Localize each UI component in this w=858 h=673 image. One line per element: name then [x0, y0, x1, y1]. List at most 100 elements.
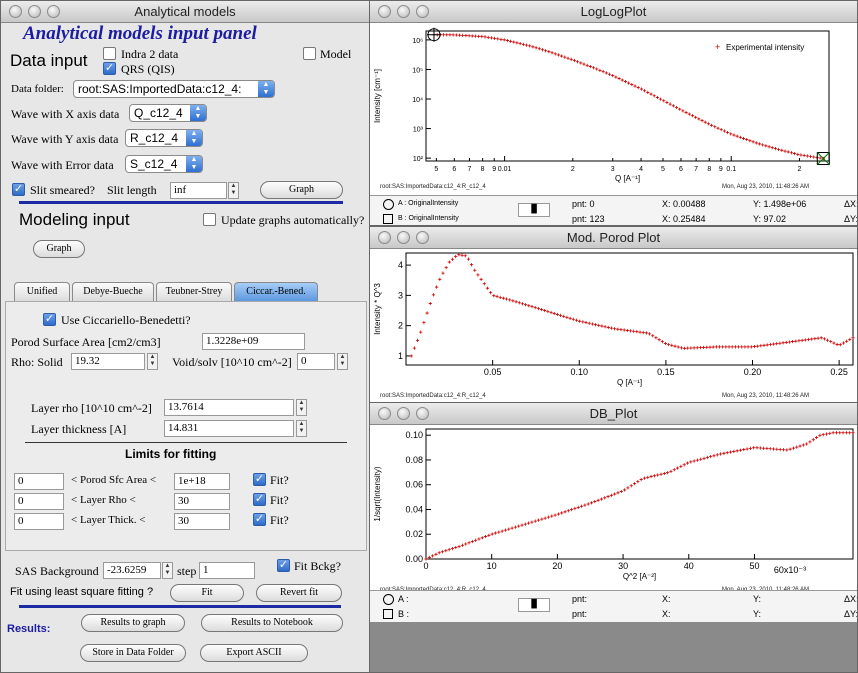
minimize-icon[interactable] [397, 231, 410, 244]
limit-low-input[interactable]: 0 [14, 493, 64, 510]
data-point [748, 139, 752, 143]
sas-bg-stepper[interactable]: ▲ ▼ [162, 562, 173, 579]
void-input[interactable]: 0 [297, 353, 335, 370]
close-icon[interactable] [9, 5, 22, 18]
data-point [497, 530, 501, 534]
data-point [553, 52, 557, 56]
cursor-slider[interactable]: ▐▌ [518, 203, 550, 217]
title-bar[interactable]: Analytical models [1, 1, 369, 23]
slit-smeared-checkbox[interactable]: ✓ [12, 183, 25, 196]
data-point [831, 431, 835, 435]
revert-fit-button[interactable]: Revert fit [256, 584, 342, 602]
data-point [682, 463, 686, 467]
data-point [717, 345, 722, 349]
title-bar[interactable]: DB_Plot [370, 403, 857, 425]
rho-solid-input[interactable]: 19.32 [71, 353, 145, 370]
limit-high-input[interactable]: 1e+18 [174, 473, 230, 490]
fit-checkbox[interactable]: ✓ [253, 473, 266, 486]
sas-bg-input[interactable]: -23.6259 [103, 562, 161, 579]
export-ascii-button[interactable]: Export ASCII [200, 644, 308, 662]
b-y: Y: [753, 609, 762, 619]
limit-high-input[interactable]: 30 [174, 493, 230, 510]
close-icon[interactable] [378, 231, 391, 244]
data-point [622, 328, 626, 332]
indra-checkbox[interactable] [103, 47, 116, 60]
data-point [636, 85, 640, 90]
divider [19, 201, 343, 204]
loglog-chart[interactable]: 5 6 7 8 9 0.01 2 3 4 5 6 7 8 9 0.1 210⁶10⁵10⁴10³10²Q [A… [370, 23, 858, 191]
data-point [490, 532, 494, 536]
data-point [682, 346, 687, 350]
cursor-slider[interactable]: ▐▌ [518, 598, 550, 612]
data-point [708, 345, 712, 349]
use-cb-checkbox[interactable]: ✓ [43, 313, 56, 326]
x-tick-label: 40 [684, 561, 694, 571]
title-bar[interactable]: LogLogPlot [370, 1, 857, 23]
data-point [780, 148, 784, 152]
fit-checkbox[interactable]: ✓ [253, 513, 266, 526]
layer-thick-input[interactable]: 14.831 [164, 420, 294, 437]
data-point [498, 295, 502, 299]
minimize-icon[interactable] [28, 5, 41, 18]
porod-input[interactable]: 1.3228e+09 [202, 333, 305, 350]
minimize-icon[interactable] [397, 5, 410, 18]
close-icon[interactable] [378, 407, 391, 420]
limit-low-input[interactable]: 0 [14, 513, 64, 530]
void-stepper[interactable]: ▲ ▼ [337, 353, 348, 370]
cursor-a-icon[interactable] [383, 594, 394, 605]
limit-high-input[interactable]: 30 [174, 513, 230, 530]
zoom-icon[interactable] [47, 5, 60, 18]
close-icon[interactable] [378, 5, 391, 18]
data-point [773, 147, 778, 151]
cursor-b-icon[interactable] [383, 214, 393, 224]
cursor-b-icon[interactable] [383, 609, 393, 619]
data-point [777, 147, 781, 152]
fit-button[interactable]: Fit [170, 584, 244, 602]
limit-low-input[interactable]: 0 [14, 473, 64, 490]
db-chart[interactable]: 0 10 20 30 40 50 0.00 0.02 0.04 0.06 0.08 0.10 Q^2 [… [370, 425, 858, 585]
tab-ciccar-bened[interactable]: Ciccar.-Bened. [234, 282, 318, 301]
tab-debye-bueche[interactable]: Debye-Bueche [72, 282, 154, 301]
plot-frame [405, 252, 854, 366]
porod-chart[interactable]: 0.05 0.10 0.15 0.20 0.25 1 2 3 4 Q [A⁻¹] Intensity… [370, 249, 858, 395]
data-point [537, 47, 541, 51]
fit-checkbox[interactable]: ✓ [253, 493, 266, 506]
layer-rho-input[interactable]: 13.7614 [164, 399, 294, 416]
data-point [431, 293, 436, 297]
wave-e-select[interactable]: S_c12_4 ▲ ▼ [125, 155, 203, 173]
status-right: Mon, Aug 23, 2010, 11:48:26 AM [722, 184, 809, 190]
layer-thick-stepper[interactable]: ▲ ▼ [296, 420, 307, 437]
cursor-a-icon[interactable] [383, 199, 394, 210]
wave-y-select[interactable]: R_c12_4 ▲ ▼ [125, 129, 203, 147]
data-point [513, 525, 517, 529]
results-to-notebook-button[interactable]: Results to Notebook [201, 614, 343, 632]
zoom-icon[interactable] [416, 231, 429, 244]
fit-bckg-checkbox[interactable]: ✓ [277, 559, 290, 572]
slit-length-input[interactable]: inf [170, 182, 227, 199]
rho-solid-stepper[interactable]: ▲ ▼ [147, 353, 158, 370]
zoom-icon[interactable] [416, 407, 429, 420]
data-point [679, 464, 683, 468]
title-bar[interactable]: Mod. Porod Plot [370, 227, 857, 249]
wave-x-select[interactable]: Q_c12_4 ▲ ▼ [129, 104, 207, 122]
store-in-folder-button[interactable]: Store in Data Folder [80, 644, 186, 662]
tab-unified[interactable]: Unified [14, 282, 70, 301]
minimize-icon[interactable] [397, 407, 410, 420]
zoom-icon[interactable] [416, 5, 429, 18]
model-checkbox[interactable] [303, 47, 316, 60]
layer-rho-stepper[interactable]: ▲ ▼ [296, 399, 307, 416]
step-input[interactable]: 1 [199, 562, 255, 579]
data-point [741, 136, 746, 141]
tab-teubner-strey[interactable]: Teubner-Strey [156, 282, 232, 301]
slit-length-stepper[interactable]: ▲ ▼ [228, 182, 239, 199]
update-graphs-checkbox[interactable] [203, 213, 216, 226]
data-folder-select[interactable]: root:SAS:ImportedData:c12_4: ▲ ▼ [73, 80, 275, 98]
wave-x-value: Q_c12_4 [134, 106, 183, 120]
graph-button[interactable]: Graph [260, 181, 343, 199]
data-point [626, 486, 630, 490]
graph-button-2[interactable]: Graph [33, 240, 85, 258]
qrs-checkbox[interactable]: ✓ [103, 62, 116, 75]
data-point [749, 345, 753, 349]
results-to-graph-button[interactable]: Results to graph [81, 614, 185, 632]
a-y: Y: [753, 594, 762, 604]
